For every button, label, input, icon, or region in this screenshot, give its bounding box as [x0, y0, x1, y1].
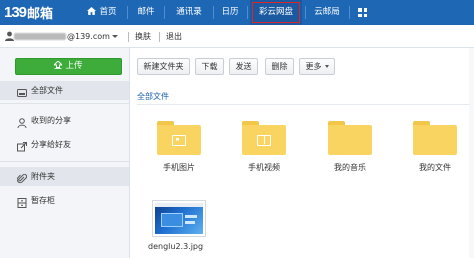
nav-divider [247, 6, 248, 19]
more-button[interactable]: 更多 [299, 58, 335, 75]
logo[interactable]: 139 邮箱 [4, 3, 53, 22]
nav-divider [213, 6, 214, 19]
folder-item[interactable] [242, 121, 286, 155]
user-icon [5, 31, 14, 41]
paperclip-icon [16, 172, 28, 184]
user-bar: @139.com 换肤 退出 [0, 25, 474, 48]
nav-cloud-drive-label: 彩云网盘 [258, 7, 293, 17]
nav-calendar[interactable]: 日历 [216, 0, 244, 25]
sidebar-item-received-shares[interactable]: 收到的分享 [0, 111, 129, 130]
folder-item[interactable] [157, 121, 201, 155]
nav-contacts[interactable]: 通讯录 [168, 0, 210, 25]
nav-cloud-post-label: 云邮局 [314, 7, 340, 17]
sidebar-item-label: 全部文件 [31, 86, 63, 95]
home-icon [87, 1, 97, 15]
sidebar-item-label: 暂存柜 [31, 196, 55, 205]
nav-home[interactable]: 首页 [80, 0, 124, 25]
nav-cloud-drive[interactable]: 彩云网盘 [250, 0, 302, 25]
delete-button[interactable]: 删除 [265, 58, 294, 75]
send-button[interactable]: 发送 [229, 58, 258, 75]
download-button[interactable]: 下载 [195, 58, 224, 75]
folder-name[interactable]: 手机图片 [149, 162, 209, 173]
grid-icon[interactable] [358, 8, 367, 17]
userbar-divider [128, 32, 129, 42]
sidebar-item-share-to-friends[interactable]: 分享给好友 [0, 135, 129, 154]
nav-cloud-post[interactable]: 云邮局 [308, 0, 346, 25]
chevron-down-icon [111, 35, 118, 38]
cabinet-icon [17, 196, 27, 208]
nav-mail-label: 邮件 [137, 7, 155, 17]
logo-number: 139 [4, 4, 27, 21]
folder-item[interactable] [328, 121, 372, 155]
upload-label: 上传 [65, 61, 83, 71]
nav-contacts-label: 通讯录 [176, 7, 202, 17]
email-domain: @139.com [67, 32, 110, 41]
chevron-down-icon [324, 65, 329, 68]
sidebar-item-temp-cabinet[interactable]: 暂存柜 [0, 191, 129, 210]
drive-icon [17, 86, 27, 97]
breadcrumb[interactable]: 全部文件 [137, 91, 169, 102]
sidebar-divider [0, 103, 129, 104]
more-label: 更多 [305, 62, 322, 71]
send-share-icon [17, 140, 27, 152]
nav-divider [127, 6, 128, 19]
userbar-divider [159, 32, 160, 42]
nav-mail[interactable]: 邮件 [131, 0, 161, 25]
nav-home-label: 首页 [99, 7, 117, 17]
folder-item[interactable] [413, 121, 457, 155]
redacted-username [14, 32, 66, 40]
upload-button[interactable]: 上传 [15, 58, 122, 75]
new-folder-button[interactable]: 新建文件夹 [137, 58, 190, 75]
image-icon [172, 135, 186, 146]
nav-divider [305, 6, 306, 19]
sidebar-item-attachments[interactable]: 附件夹 [0, 167, 129, 186]
video-icon [257, 135, 271, 146]
switch-skin-link[interactable]: 换肤 [135, 25, 151, 48]
sidebar-divider [0, 161, 129, 162]
upload-icon [53, 60, 64, 69]
account-email[interactable]: @139.com [14, 25, 118, 48]
sidebar-item-label: 收到的分享 [31, 116, 71, 125]
user-share-icon [17, 116, 27, 129]
sidebar-item-label: 附件夹 [31, 172, 55, 181]
sidebar-item-all-files[interactable]: 全部文件 [0, 81, 129, 100]
logout-link[interactable]: 退出 [166, 25, 182, 48]
top-nav-bar: 139 邮箱 首页 邮件 通讯录 日历 彩云网盘 云邮局 [0, 0, 474, 25]
nav-divider [164, 6, 165, 19]
thumbnail-preview [155, 203, 203, 234]
folder-name[interactable]: 我的文件 [405, 162, 465, 173]
content-divider [137, 104, 474, 105]
folder-name[interactable]: 我的音乐 [320, 162, 380, 173]
file-name[interactable]: denglu2.3.jpg [148, 242, 203, 251]
sidebar: 上传 全部文件 收到的分享 分享给好友 附件夹 暂存柜 [0, 48, 130, 258]
folder-name[interactable]: 手机视频 [234, 162, 294, 173]
nav-calendar-label: 日历 [221, 7, 239, 17]
logo-text: 邮箱 [27, 7, 54, 22]
scrollbar-track[interactable] [469, 48, 474, 258]
image-thumbnail[interactable] [152, 200, 206, 237]
nav-divider [349, 6, 350, 19]
sidebar-item-label: 分享给好友 [31, 140, 71, 149]
